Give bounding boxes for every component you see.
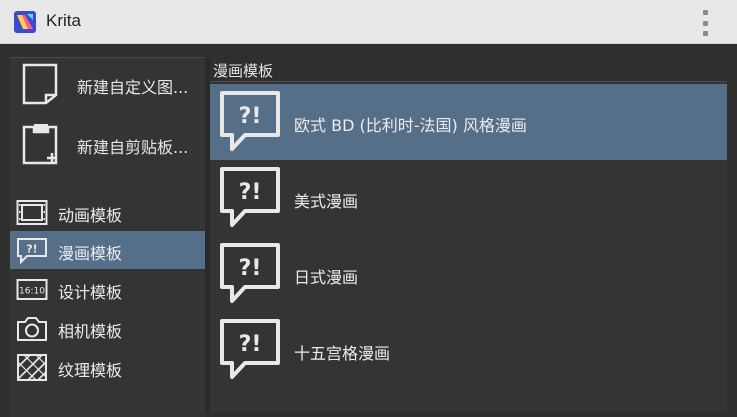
template-item-label: 欧式 BD (比利时-法国) 风格漫画 <box>294 116 527 135</box>
sidebar-item-texture[interactable]: 纹理模板 <box>10 348 205 386</box>
template-item-label: 十五宫格漫画 <box>294 344 391 363</box>
speech-bubble-icon: ?! <box>220 243 280 303</box>
camera-icon <box>17 317 47 341</box>
speech-bubble-icon: ?! <box>220 167 280 227</box>
sidebar-item-comic[interactable]: ?! 漫画模板 <box>10 231 205 269</box>
svg-text:?!: ?! <box>239 104 262 129</box>
sidebar-item-camera-label: 相机模板 <box>58 322 123 341</box>
sidebar-item-camera[interactable]: 相机模板 <box>10 309 205 347</box>
template-item-japanese[interactable]: ?! 日式漫画 <box>210 236 727 312</box>
speech-bubble-icon: ?! <box>17 238 47 264</box>
new-custom-document-item[interactable]: 新建自定义图... <box>10 57 205 117</box>
template-list: ?! 欧式 BD (比利时-法国) 风格漫画 ?! 美式漫画 ?! 日式漫画 ?… <box>210 81 727 412</box>
overflow-menu-icon[interactable] <box>699 10 711 36</box>
blank-document-icon <box>22 63 58 105</box>
template-item-european-bd[interactable]: ?! 欧式 BD (比利时-法国) 风格漫画 <box>210 84 727 160</box>
template-item-label: 日式漫画 <box>294 268 359 287</box>
sidebar-item-design-label: 设计模板 <box>58 283 123 302</box>
template-item-label: 美式漫画 <box>294 192 359 211</box>
new-from-clipboard-label: 新建自剪贴板... <box>77 138 189 157</box>
sidebar-item-design[interactable]: 16:10 设计模板 <box>10 270 205 308</box>
svg-text:16:10: 16:10 <box>19 287 45 297</box>
sidebar-item-texture-label: 纹理模板 <box>58 361 123 380</box>
krita-logo-icon <box>14 11 36 33</box>
title-bar: Krita <box>0 0 737 44</box>
texture-icon <box>17 354 47 381</box>
film-icon <box>16 200 48 225</box>
sidebar-item-animation-label: 动画模板 <box>58 206 123 225</box>
aspect-ratio-icon: 16:10 <box>16 279 48 300</box>
sidebar-item-comic-label: 漫画模板 <box>58 244 123 263</box>
new-custom-document-label: 新建自定义图... <box>77 78 189 97</box>
speech-bubble-icon: ?! <box>220 91 280 151</box>
clipboard-document-icon <box>22 124 58 165</box>
new-from-clipboard-item[interactable]: 新建自剪贴板... <box>10 117 205 177</box>
svg-text:?!: ?! <box>239 256 262 281</box>
template-item-fifteen-panel[interactable]: ?! 十五宫格漫画 <box>210 312 727 388</box>
speech-bubble-icon: ?! <box>220 319 280 379</box>
panel-header: 漫画模板 <box>213 62 274 80</box>
svg-text:?!: ?! <box>26 243 37 256</box>
sidebar: 新建自定义图... 新建自剪贴板... 动画模板 ?! 漫画模板 16:10 设… <box>10 57 205 417</box>
svg-text:?!: ?! <box>239 332 262 357</box>
template-item-american[interactable]: ?! 美式漫画 <box>210 160 727 236</box>
app-title: Krita <box>46 11 81 30</box>
sidebar-item-animation[interactable]: 动画模板 <box>10 193 205 231</box>
svg-text:?!: ?! <box>239 180 262 205</box>
